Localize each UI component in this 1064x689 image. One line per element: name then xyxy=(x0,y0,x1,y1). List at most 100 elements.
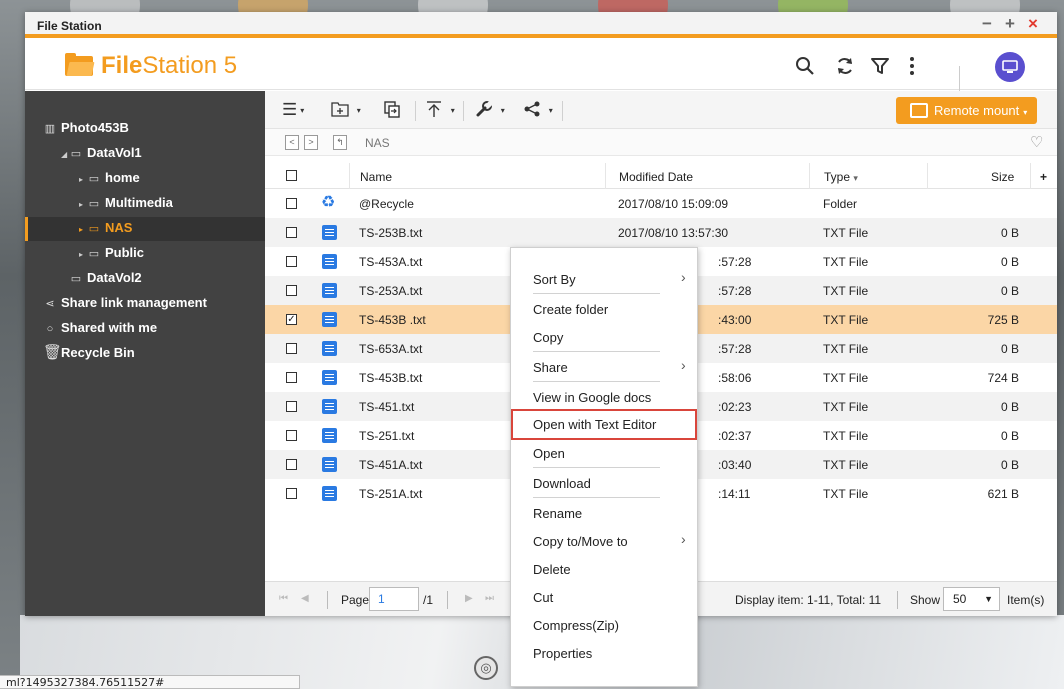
collapsed-triangle-icon[interactable]: ▸ xyxy=(79,169,87,191)
text-file-icon xyxy=(322,486,337,501)
menu-item-sort-by[interactable]: Sort By xyxy=(533,272,576,287)
row-checkbox[interactable] xyxy=(286,372,297,383)
expanded-triangle-icon[interactable]: ◢ xyxy=(61,144,69,166)
file-type: Folder xyxy=(823,197,858,211)
maximize-icon[interactable]: + xyxy=(1005,15,1015,33)
avatar-icon[interactable] xyxy=(995,52,1025,82)
sidebar-item-nas[interactable]: ▸ ▭ NAS xyxy=(79,217,132,239)
toolbar-divider xyxy=(463,101,464,121)
parent-folder-button[interactable]: ↰ xyxy=(333,135,347,150)
menu-item-create-folder[interactable]: Create folder xyxy=(533,302,608,317)
row-checkbox[interactable] xyxy=(286,459,297,470)
menu-item-copy-move-to[interactable]: Copy to/Move to xyxy=(533,534,628,549)
share-button[interactable]: ▾ xyxy=(523,99,553,121)
sidebar-item-shared-with-me[interactable]: ○ Shared with me xyxy=(43,317,157,339)
text-file-icon xyxy=(322,428,337,443)
file-modified: 2017/08/10 13:57:30 xyxy=(618,226,729,240)
chevron-down-icon: ▼ xyxy=(984,594,993,604)
menu-item-properties[interactable]: Properties xyxy=(533,646,592,661)
row-checkbox[interactable] xyxy=(286,256,297,267)
table-row[interactable]: TS-253B.txt 2017/08/10 13:57:30 TXT File… xyxy=(265,218,1057,247)
column-type[interactable]: Type ▾ xyxy=(824,170,858,184)
menu-item-copy[interactable]: Copy xyxy=(533,330,563,345)
collapsed-triangle-icon[interactable]: ▸ xyxy=(79,219,87,241)
sidebar-item-home[interactable]: ▸ ▭ home xyxy=(79,167,140,189)
page-number-input[interactable]: 1 xyxy=(369,587,419,611)
remote-mount-icon xyxy=(910,103,928,118)
file-modified: :02:23 xyxy=(718,400,752,414)
tools-button[interactable]: ▾ xyxy=(475,99,505,121)
column-modified-date[interactable]: Modified Date xyxy=(619,170,693,184)
menu-item-cut[interactable]: Cut xyxy=(533,590,553,605)
file-size: 725 B xyxy=(987,313,1019,327)
menu-item-open[interactable]: Open xyxy=(533,446,565,461)
menu-item-delete[interactable]: Delete xyxy=(533,562,571,577)
new-folder-button[interactable]: ▾ xyxy=(331,99,361,121)
row-checkbox[interactable] xyxy=(286,198,297,209)
sidebar-item-multimedia[interactable]: ▸ ▭ Multimedia xyxy=(79,192,173,214)
list-view-button[interactable]: ☰ ▾ xyxy=(282,99,304,121)
menu-item-rename[interactable]: Rename xyxy=(533,506,582,521)
folder-icon: ▭ xyxy=(88,248,100,260)
text-file-icon xyxy=(322,341,337,356)
add-column-button[interactable]: + xyxy=(1040,170,1047,184)
trash-icon: 🗑 xyxy=(43,344,63,361)
row-checkbox[interactable] xyxy=(286,488,297,499)
breadcrumb[interactable]: NAS xyxy=(365,136,390,150)
first-page-icon[interactable]: ⏮ xyxy=(279,593,288,604)
close-icon[interactable]: × xyxy=(1028,15,1038,33)
row-checkbox[interactable] xyxy=(286,343,297,354)
sidebar-item-photo453b[interactable]: ▥ Photo453B xyxy=(43,117,129,139)
menu-item-view-in-google-docs[interactable]: View in Google docs xyxy=(533,390,651,405)
folder-icon: ▭ xyxy=(88,198,100,210)
sidebar-item-label: NAS xyxy=(105,220,133,235)
menu-item-compress-zip[interactable]: Compress(Zip) xyxy=(533,618,619,633)
qnap-cloud-icon[interactable]: ◎ xyxy=(474,656,498,680)
row-checkbox[interactable] xyxy=(286,430,297,441)
file-type: TXT File xyxy=(823,342,869,356)
sidebar-item-share-link-management[interactable]: ⋖ Share link management xyxy=(43,292,207,314)
menu-item-open-with-text-editor[interactable]: Open with Text Editor xyxy=(533,417,656,432)
forward-button[interactable]: > xyxy=(304,135,318,150)
last-page-icon[interactable]: ⏭ xyxy=(485,593,494,604)
row-checkbox-checked[interactable]: ✓ xyxy=(286,314,297,325)
row-checkbox[interactable] xyxy=(286,285,297,296)
sidebar-item-label: DataVol1 xyxy=(87,145,142,160)
row-checkbox[interactable] xyxy=(286,227,297,238)
menu-item-share[interactable]: Share xyxy=(533,360,568,375)
collapsed-triangle-icon[interactable]: ▸ xyxy=(79,244,87,266)
upload-button[interactable]: ▾ xyxy=(425,99,455,121)
sidebar-item-datavol1[interactable]: ◢ ▭ DataVol1 xyxy=(61,142,142,164)
back-button[interactable]: < xyxy=(285,135,299,150)
nas-icon: ▥ xyxy=(44,123,56,135)
search-icon[interactable] xyxy=(795,56,815,80)
file-type: TXT File xyxy=(823,458,869,472)
text-file-icon xyxy=(322,399,337,414)
filter-icon[interactable] xyxy=(870,56,890,80)
copy-button[interactable] xyxy=(383,99,401,121)
items-per-page-select[interactable]: 50 ▼ xyxy=(943,587,1000,611)
refresh-icon[interactable] xyxy=(835,56,855,80)
remote-mount-button[interactable]: Remote mount ▾ xyxy=(896,97,1037,124)
column-name[interactable]: Name xyxy=(360,170,392,184)
file-modified: :03:40 xyxy=(718,458,752,472)
sidebar-item-recycle-bin[interactable]: 🗑Recycle Bin xyxy=(43,342,135,364)
minimize-icon[interactable]: − xyxy=(982,15,992,33)
sidebar-item-label: home xyxy=(105,170,140,185)
sidebar-item-datavol2[interactable]: ▭ DataVol2 xyxy=(69,267,142,289)
list-view-icon: ☰ xyxy=(282,100,298,119)
row-checkbox[interactable] xyxy=(286,401,297,412)
sidebar-item-public[interactable]: ▸ ▭ Public xyxy=(79,242,144,264)
column-size[interactable]: Size xyxy=(991,170,1014,184)
file-type: TXT File xyxy=(823,255,869,269)
more-icon[interactable] xyxy=(908,56,916,80)
prev-page-icon[interactable]: ◀ xyxy=(301,593,309,604)
text-file-icon xyxy=(322,370,337,385)
share-icon: ⋖ xyxy=(45,298,55,310)
select-all-checkbox[interactable] xyxy=(286,170,297,181)
table-row[interactable]: ♻ @Recycle 2017/08/10 15:09:09 Folder xyxy=(265,189,1057,218)
favorite-heart-icon[interactable]: ♡ xyxy=(1030,133,1043,151)
menu-item-download[interactable]: Download xyxy=(533,476,591,491)
collapsed-triangle-icon[interactable]: ▸ xyxy=(79,194,87,216)
next-page-icon[interactable]: ▶ xyxy=(465,593,473,604)
